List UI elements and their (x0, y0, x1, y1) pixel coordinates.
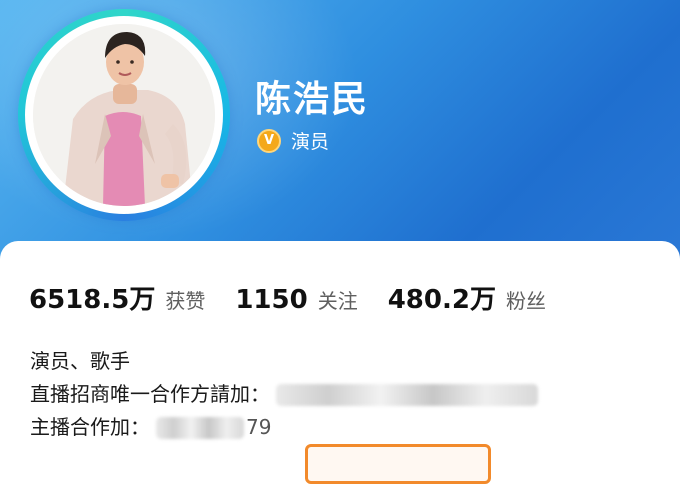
stat-likes-value: 6518.5万 (29, 285, 156, 315)
stat-followers[interactable]: 480.2万 粉丝 (388, 279, 546, 316)
bio-business-text: 直播招商唯一合作方請加： (30, 382, 270, 406)
stat-following-value: 1150 (235, 285, 308, 315)
bio-line-business: 直播招商唯一合作方請加： (30, 378, 538, 411)
blurred-contact (276, 383, 538, 406)
avatar-photo (33, 24, 215, 206)
profile-header: 陈浩民 V 演员 (0, 0, 680, 262)
avatar[interactable] (18, 9, 230, 221)
bio-roles-text: 演员、歌手 (30, 349, 130, 373)
verified-badge-icon: V (257, 128, 281, 153)
action-button[interactable] (305, 444, 491, 484)
bio-line-anchor: 主播合作加： 79 (30, 411, 538, 444)
bio-line-roles: 演员、歌手 (30, 345, 538, 378)
stat-following[interactable]: 1150 关注 (235, 285, 357, 315)
profile-bio: 演员、歌手 直播招商唯一合作方請加： 主播合作加： 79 (30, 345, 538, 444)
blurred-contact (156, 416, 244, 439)
bio-anchor-text: 主播合作加： (30, 415, 150, 439)
stat-likes[interactable]: 6518.5万 获赞 (29, 279, 205, 316)
stat-likes-label: 获赞 (165, 289, 206, 313)
stat-followers-label: 粉丝 (505, 289, 546, 313)
avatar-border (25, 16, 223, 214)
verification-row: V 演员 (257, 127, 329, 154)
stats-row: 6518.5万 获赞 1150 关注 480.2万 粉丝 (29, 279, 576, 316)
stat-followers-value: 480.2万 (387, 285, 496, 315)
profile-name: 陈浩民 (255, 79, 370, 120)
bio-anchor-tail: 79 (246, 415, 272, 439)
stat-following-label: 关注 (317, 289, 358, 313)
verified-title: 演员 (291, 131, 330, 153)
